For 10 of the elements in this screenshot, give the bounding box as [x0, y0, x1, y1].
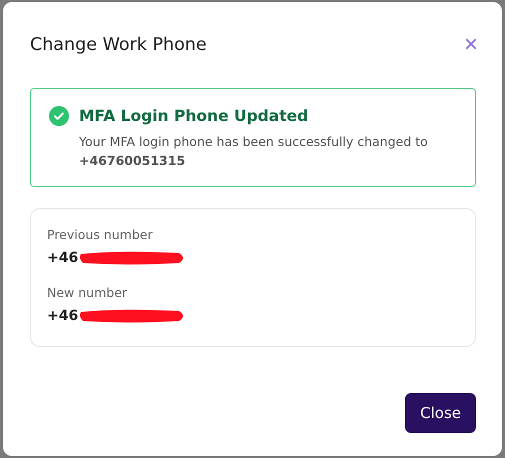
- phone-number: +46: [47, 250, 78, 266]
- phone-number: +46: [47, 308, 78, 324]
- check-circle-icon: [49, 106, 69, 126]
- phone-number: +46760051315: [79, 152, 186, 170]
- field-label: New number: [47, 285, 128, 300]
- dialog-title: Change Work Phone: [30, 35, 207, 55]
- alert-message: Your MFA login phone has been successfully changed to: [79, 134, 428, 149]
- close-button[interactable]: Close: [405, 393, 476, 433]
- alert-title: MFA Login Phone Updated: [79, 107, 308, 125]
- field-label: Previous number: [47, 227, 154, 242]
